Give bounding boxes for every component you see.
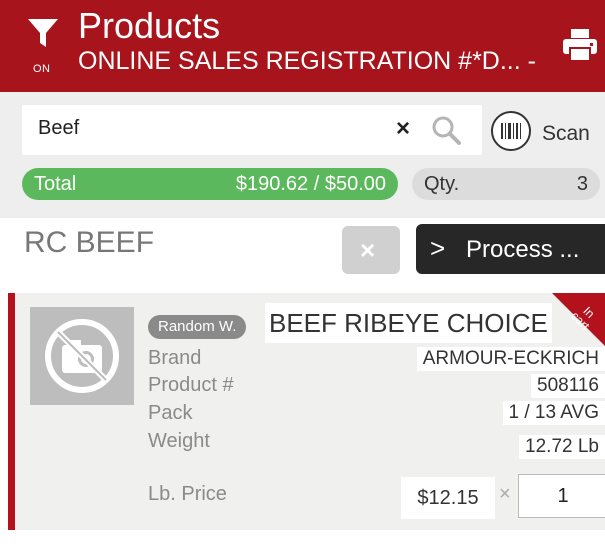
weight-value: 12.72 Lb	[519, 435, 605, 459]
weight-label: Weight	[148, 430, 210, 452]
print-icon[interactable]	[562, 27, 598, 63]
product-name: BEEF RIBEYE CHOICE	[265, 303, 552, 343]
product-number-value: 508116	[531, 374, 605, 398]
pack-label: Pack	[148, 402, 193, 424]
product-number-label: Product #	[148, 374, 234, 396]
clear-search-button[interactable]: ×	[396, 115, 410, 143]
random-weight-badge: Random W.	[148, 315, 247, 339]
multiply-sign: ×	[499, 483, 511, 505]
page-subtitle[interactable]: ONLINE SALES REGISTRATION #*D... -	[78, 46, 568, 76]
scan-button-label[interactable]: Scan	[542, 122, 590, 146]
total-label: Total	[34, 173, 77, 195]
barcode-scan-icon[interactable]	[490, 110, 532, 152]
no-photo-icon	[45, 319, 119, 393]
lb-price-value: $12.15	[401, 477, 495, 519]
search-input-value[interactable]: Beef	[38, 117, 79, 140]
filter-icon	[28, 19, 58, 47]
category-title: RC BEEF	[24, 226, 155, 259]
search-band: Beef × Scan Total $190.62 / $50.00 Qty. …	[0, 92, 605, 218]
process-button[interactable]: > Process ...	[416, 224, 605, 274]
pack-value: 1 / 13 AVG	[502, 401, 605, 425]
close-icon: ×	[360, 235, 376, 265]
clear-category-button[interactable]: ×	[342, 226, 400, 274]
qty-label: Qty.	[424, 173, 460, 195]
quantity-input[interactable]: 1	[518, 474, 605, 518]
search-icon[interactable]	[430, 114, 462, 146]
app-header: ON Products ONLINE SALES REGISTRATION #*…	[0, 0, 605, 92]
page-title: Products	[78, 5, 221, 46]
chevron-right-icon: >	[430, 233, 446, 263]
product-card[interactable]: Random W. BEEF RIBEYE CHOICE In cart Bra…	[8, 293, 605, 530]
filter-toggle[interactable]: ON	[26, 16, 66, 76]
total-value: $190.62 / $50.00	[235, 173, 386, 195]
filter-state: ON	[33, 63, 51, 75]
product-image-placeholder	[30, 307, 134, 405]
process-button-label: Process ...	[466, 236, 580, 263]
brand-label: Brand	[148, 347, 202, 369]
qty-bar: Qty. 3	[412, 168, 600, 200]
search-input[interactable]: Beef ×	[22, 105, 482, 155]
lb-price-label: Lb. Price	[148, 483, 227, 505]
brand-value: ARMOUR-ECKRICH	[416, 347, 605, 371]
qty-value: 3	[576, 173, 588, 195]
total-bar: Total $190.62 / $50.00	[22, 168, 398, 200]
